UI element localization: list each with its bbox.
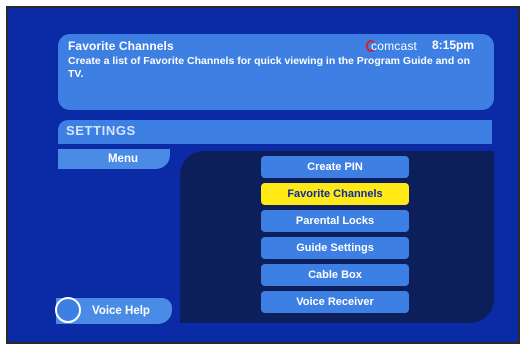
section-title: SETTINGS [66, 123, 136, 138]
menu-item-voice-receiver[interactable]: Voice Receiver [261, 291, 409, 313]
info-title: Favorite Channels [68, 39, 174, 53]
menu-item-cable-box[interactable]: Cable Box [261, 264, 409, 286]
clock: 8:15pm [432, 38, 475, 52]
menu-item-guide-settings[interactable]: Guide Settings [261, 237, 409, 259]
settings-menu: Create PIN Favorite Channels Parental Lo… [261, 156, 409, 318]
menu-tab[interactable]: Menu [58, 149, 170, 169]
brand-name: comcast [371, 39, 418, 53]
menu-item-create-pin[interactable]: Create PIN [261, 156, 409, 178]
menu-item-parental-locks[interactable]: Parental Locks [261, 210, 409, 232]
menu-item-favorite-channels[interactable]: Favorite Channels [261, 183, 409, 205]
info-description: Create a list of Favorite Channels for q… [68, 55, 470, 80]
brand-logo: comcast [366, 38, 417, 54]
voice-help-icon [55, 297, 81, 323]
